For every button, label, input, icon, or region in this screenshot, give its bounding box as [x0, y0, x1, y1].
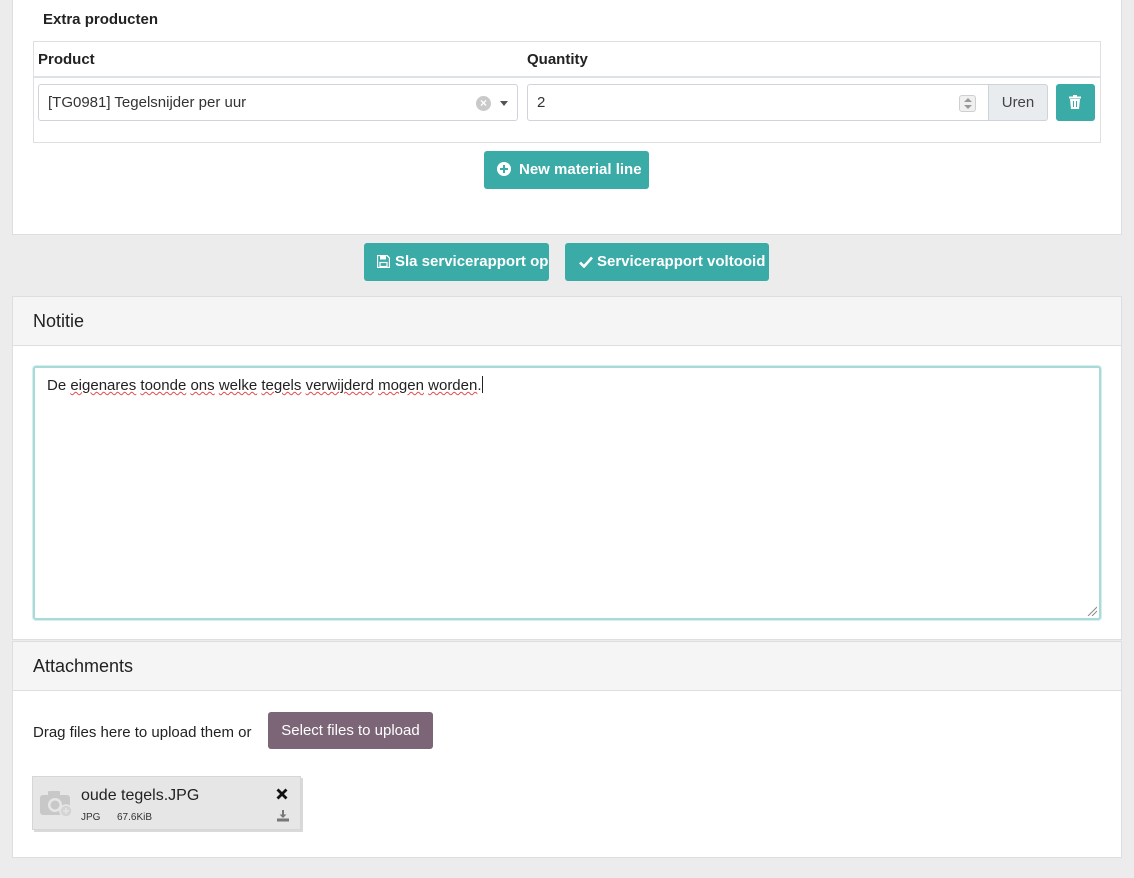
- complete-report-button[interactable]: Servicerapport voltooid: [565, 243, 769, 281]
- note-card: Notitie De eigenares toonde ons welke te…: [12, 296, 1122, 640]
- chevron-down-icon[interactable]: [500, 101, 508, 106]
- attachments-card-header: Attachments: [13, 642, 1121, 691]
- note-text: De eigenares toonde ons welke tegels ver…: [47, 376, 483, 394]
- materials-table-header: Product Quantity: [34, 42, 1100, 78]
- materials-table: Product Quantity [TG0981] Tegelsnijder p…: [33, 41, 1101, 143]
- product-select-value: [TG0981] Tegelsnijder per uur: [48, 94, 247, 111]
- column-header-product: Product: [38, 51, 95, 68]
- camera-icon: [40, 791, 73, 818]
- close-icon[interactable]: [276, 788, 288, 800]
- save-report-label: Sla servicerapport op: [395, 253, 549, 270]
- download-icon[interactable]: [277, 810, 289, 822]
- materials-card: Extra producten Product Quantity [TG0981…: [12, 0, 1122, 235]
- quantity-value: 2: [537, 94, 546, 111]
- delete-line-button[interactable]: [1056, 84, 1095, 121]
- floppy-disk-icon: [377, 255, 390, 268]
- new-material-line-button[interactable]: New material line: [484, 151, 649, 189]
- attachments-card: Attachments Drag files here to upload th…: [12, 641, 1122, 858]
- complete-report-label: Servicerapport voltooid: [597, 253, 766, 270]
- attachment-type: JPG: [81, 812, 101, 823]
- product-select[interactable]: [TG0981] Tegelsnijder per uur ×: [38, 84, 518, 121]
- attachment-item[interactable]: oude tegels.JPG JPG 67.6KiB: [32, 776, 301, 830]
- text-cursor: [481, 376, 483, 393]
- quantity-input[interactable]: 2: [527, 84, 989, 121]
- section-title-extra-products: Extra producten: [43, 11, 159, 28]
- plus-circle-icon: [497, 162, 511, 176]
- note-title: Notitie: [33, 311, 85, 331]
- note-card-header: Notitie: [13, 297, 1121, 346]
- attachment-size: 67.6KiB: [117, 812, 153, 823]
- check-icon: [579, 256, 593, 268]
- column-header-quantity: Quantity: [527, 51, 588, 68]
- attachments-title: Attachments: [33, 656, 134, 676]
- new-material-line-label: New material line: [519, 161, 642, 178]
- save-report-button[interactable]: Sla servicerapport op: [364, 243, 549, 281]
- clear-icon[interactable]: ×: [476, 96, 491, 111]
- note-textarea[interactable]: De eigenares toonde ons welke tegels ver…: [33, 366, 1101, 620]
- trash-icon: [1069, 95, 1081, 109]
- quantity-stepper[interactable]: [959, 95, 976, 112]
- drag-hint: Drag files here to upload them or: [33, 724, 252, 741]
- attachment-name: oude tegels.JPG: [81, 787, 200, 804]
- unit-label: Uren: [989, 84, 1048, 121]
- select-files-button[interactable]: Select files to upload: [268, 712, 433, 749]
- resize-handle[interactable]: [1087, 606, 1097, 616]
